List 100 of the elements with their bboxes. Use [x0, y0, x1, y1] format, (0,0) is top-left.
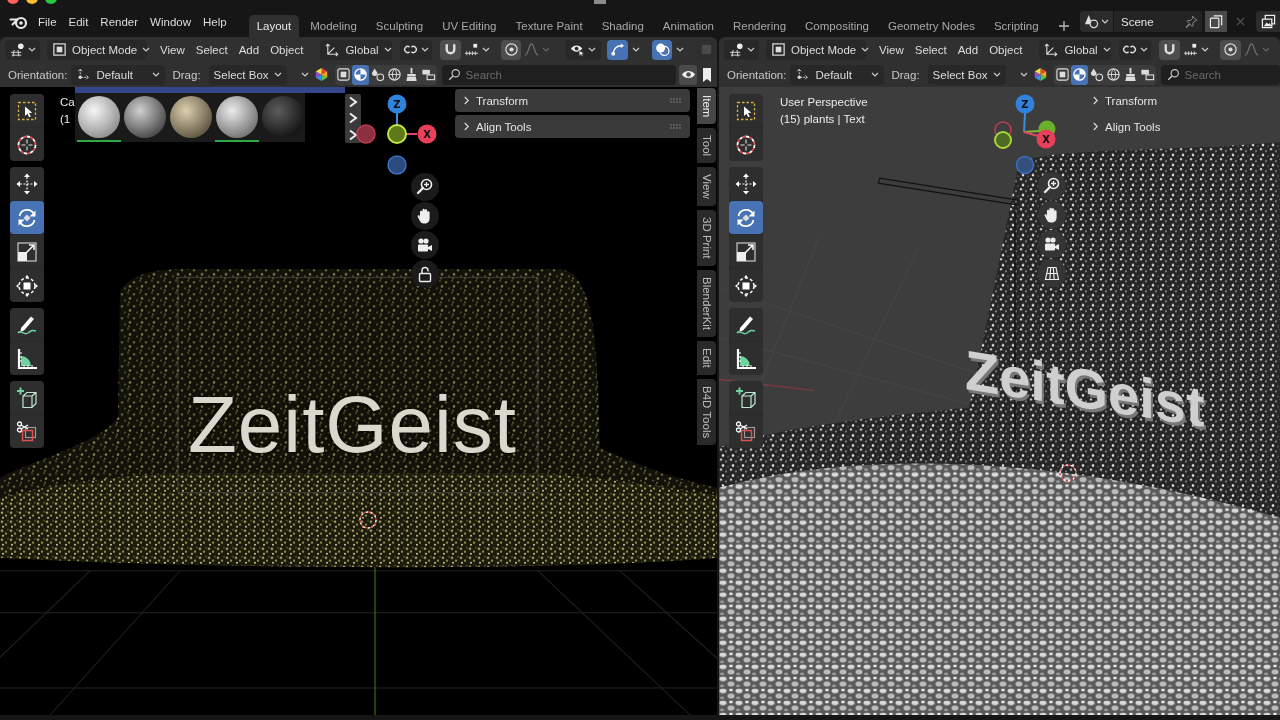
- panel-header[interactable]: Align Tools: [455, 115, 690, 138]
- chevron-right-icon[interactable]: [348, 128, 358, 141]
- gizmo-toggle[interactable]: [607, 39, 628, 60]
- cursor-tool[interactable]: [729, 128, 763, 161]
- menu-item[interactable]: Select: [909, 41, 952, 58]
- hand-icon[interactable]: [411, 202, 439, 230]
- panel-header[interactable]: Transform: [455, 89, 690, 112]
- add-cube-tool[interactable]: [729, 381, 763, 414]
- sidebar-tab[interactable]: Edit: [697, 340, 716, 375]
- camera-icon[interactable]: [1038, 230, 1066, 258]
- grip-dots-icon[interactable]: [670, 97, 682, 104]
- shading-button[interactable]: [351, 64, 369, 85]
- transform-tool[interactable]: [10, 269, 44, 302]
- scene-browse-button[interactable]: [1080, 11, 1113, 32]
- proportional-editing-toggle[interactable]: [1220, 39, 1242, 60]
- add-workspace-icon[interactable]: [1057, 20, 1070, 32]
- workspace-tab[interactable]: Layout: [248, 15, 300, 37]
- pivot-point-dropdown[interactable]: [1119, 39, 1152, 60]
- move-tool[interactable]: [10, 167, 44, 200]
- measure-tool[interactable]: [10, 342, 44, 375]
- menu-item[interactable]: View: [155, 41, 190, 58]
- selectability-dropdown[interactable]: [565, 39, 602, 60]
- snap-toggle[interactable]: [1159, 39, 1181, 60]
- menu-item[interactable]: Object: [984, 41, 1028, 58]
- transform-tool[interactable]: [729, 269, 763, 302]
- drag-dropdown[interactable]: Select Box: [208, 64, 287, 85]
- menu-item[interactable]: Help: [197, 13, 233, 30]
- 3d-cursor-icon[interactable]: [1058, 463, 1078, 483]
- transform-orientation-dropdown[interactable]: Global: [1039, 39, 1112, 60]
- sidebar-tab[interactable]: BlenderKit: [697, 269, 716, 337]
- sidebar-tab[interactable]: View: [697, 167, 716, 207]
- rotate-tool[interactable]: [10, 201, 44, 234]
- x-axis-ball[interactable]: X: [417, 124, 437, 144]
- sidebar-tab[interactable]: Item: [697, 88, 716, 125]
- menu-item[interactable]: Select: [190, 41, 233, 58]
- annotate-tool[interactable]: [729, 308, 763, 341]
- overlay-toggle[interactable]: [651, 39, 673, 60]
- negative-z-axis-ball-icon[interactable]: [1015, 155, 1035, 175]
- material-sphere-thumbnail[interactable]: [77, 95, 121, 142]
- grip-dots-icon[interactable]: [670, 123, 682, 130]
- workspace-tab[interactable]: Geometry Nodes: [880, 15, 983, 37]
- caret-icon[interactable]: [631, 47, 640, 52]
- rotate-tool[interactable]: [729, 201, 763, 234]
- add-cube-tool[interactable]: [10, 381, 44, 414]
- select-box-tool[interactable]: [10, 94, 44, 127]
- visibility-button[interactable]: [679, 64, 697, 85]
- drag-dropdown[interactable]: Select Box: [927, 64, 1006, 85]
- segmented-hexagon-icon[interactable]: [313, 67, 329, 82]
- caret-icon[interactable]: [300, 72, 309, 77]
- menu-item[interactable]: Edit: [62, 13, 95, 30]
- x-axis-ball[interactable]: X: [1036, 129, 1056, 149]
- z-axis-ball[interactable]: Z: [1015, 94, 1035, 114]
- hand-icon[interactable]: [1038, 201, 1066, 229]
- scene-name-field[interactable]: Scene: [1114, 11, 1202, 32]
- menu-item[interactable]: Object: [265, 41, 309, 58]
- material-sphere-thumbnail[interactable]: [215, 95, 259, 142]
- shading-button[interactable]: [1070, 64, 1088, 85]
- negative-z-axis-ball-icon[interactable]: [387, 155, 407, 175]
- minimize-window-icon[interactable]: [26, 0, 38, 4]
- orientation-dropdown[interactable]: Default: [790, 64, 885, 85]
- move-tool[interactable]: [729, 167, 763, 200]
- scale-tool[interactable]: [10, 235, 44, 268]
- camera-icon[interactable]: [411, 231, 439, 259]
- chevron-right-icon[interactable]: [348, 96, 358, 109]
- workspace-tab[interactable]: Rendering: [725, 15, 795, 37]
- menu-item[interactable]: Add: [952, 41, 984, 58]
- sidebar-tab[interactable]: B4D Tools: [697, 378, 716, 445]
- transform-orientation-dropdown[interactable]: Global: [320, 39, 393, 60]
- workspace-tab[interactable]: Modeling: [302, 15, 365, 37]
- pivot-point-dropdown[interactable]: [400, 39, 433, 60]
- negative-y-axis-ring-icon[interactable]: [994, 131, 1012, 149]
- workspace-tab[interactable]: Texture Paint: [507, 15, 591, 37]
- cut-tool[interactable]: [729, 415, 763, 448]
- menu-item[interactable]: File: [32, 13, 63, 30]
- chevron-right-icon[interactable]: [348, 112, 358, 125]
- menu-item[interactable]: View: [874, 41, 909, 58]
- segmented-hexagon-icon[interactable]: [1032, 67, 1048, 82]
- z-axis-ball[interactable]: Z: [387, 94, 407, 114]
- close-window-icon[interactable]: [7, 0, 19, 4]
- search-field[interactable]: Search: [441, 64, 676, 85]
- mode-dropdown[interactable]: Object Mode: [47, 39, 147, 60]
- mode-dropdown[interactable]: Object Mode: [766, 39, 866, 60]
- workspace-tab[interactable]: Compositing: [797, 15, 877, 37]
- pin-icon[interactable]: [1185, 15, 1198, 28]
- sidebar-tab[interactable]: 3D Print: [697, 210, 716, 266]
- workspace-tab[interactable]: Scripting: [985, 15, 1047, 37]
- workspace-tab[interactable]: UV Editing: [434, 15, 505, 37]
- maximize-window-icon[interactable]: [45, 0, 57, 4]
- annotate-tool[interactable]: [10, 308, 44, 341]
- measure-tool[interactable]: [729, 342, 763, 375]
- editor-type-button[interactable]: [724, 39, 759, 60]
- caret-icon[interactable]: [676, 47, 685, 52]
- menu-item[interactable]: Window: [144, 13, 197, 30]
- select-box-tool[interactable]: [729, 94, 763, 127]
- scale-tool[interactable]: [729, 235, 763, 268]
- new-scene-button[interactable]: [1205, 11, 1227, 32]
- editor-type-button[interactable]: [5, 39, 40, 60]
- sidebar-tab[interactable]: Tool: [697, 128, 716, 164]
- workspace-tab[interactable]: Shading: [593, 15, 652, 37]
- menu-item[interactable]: Add: [233, 41, 265, 58]
